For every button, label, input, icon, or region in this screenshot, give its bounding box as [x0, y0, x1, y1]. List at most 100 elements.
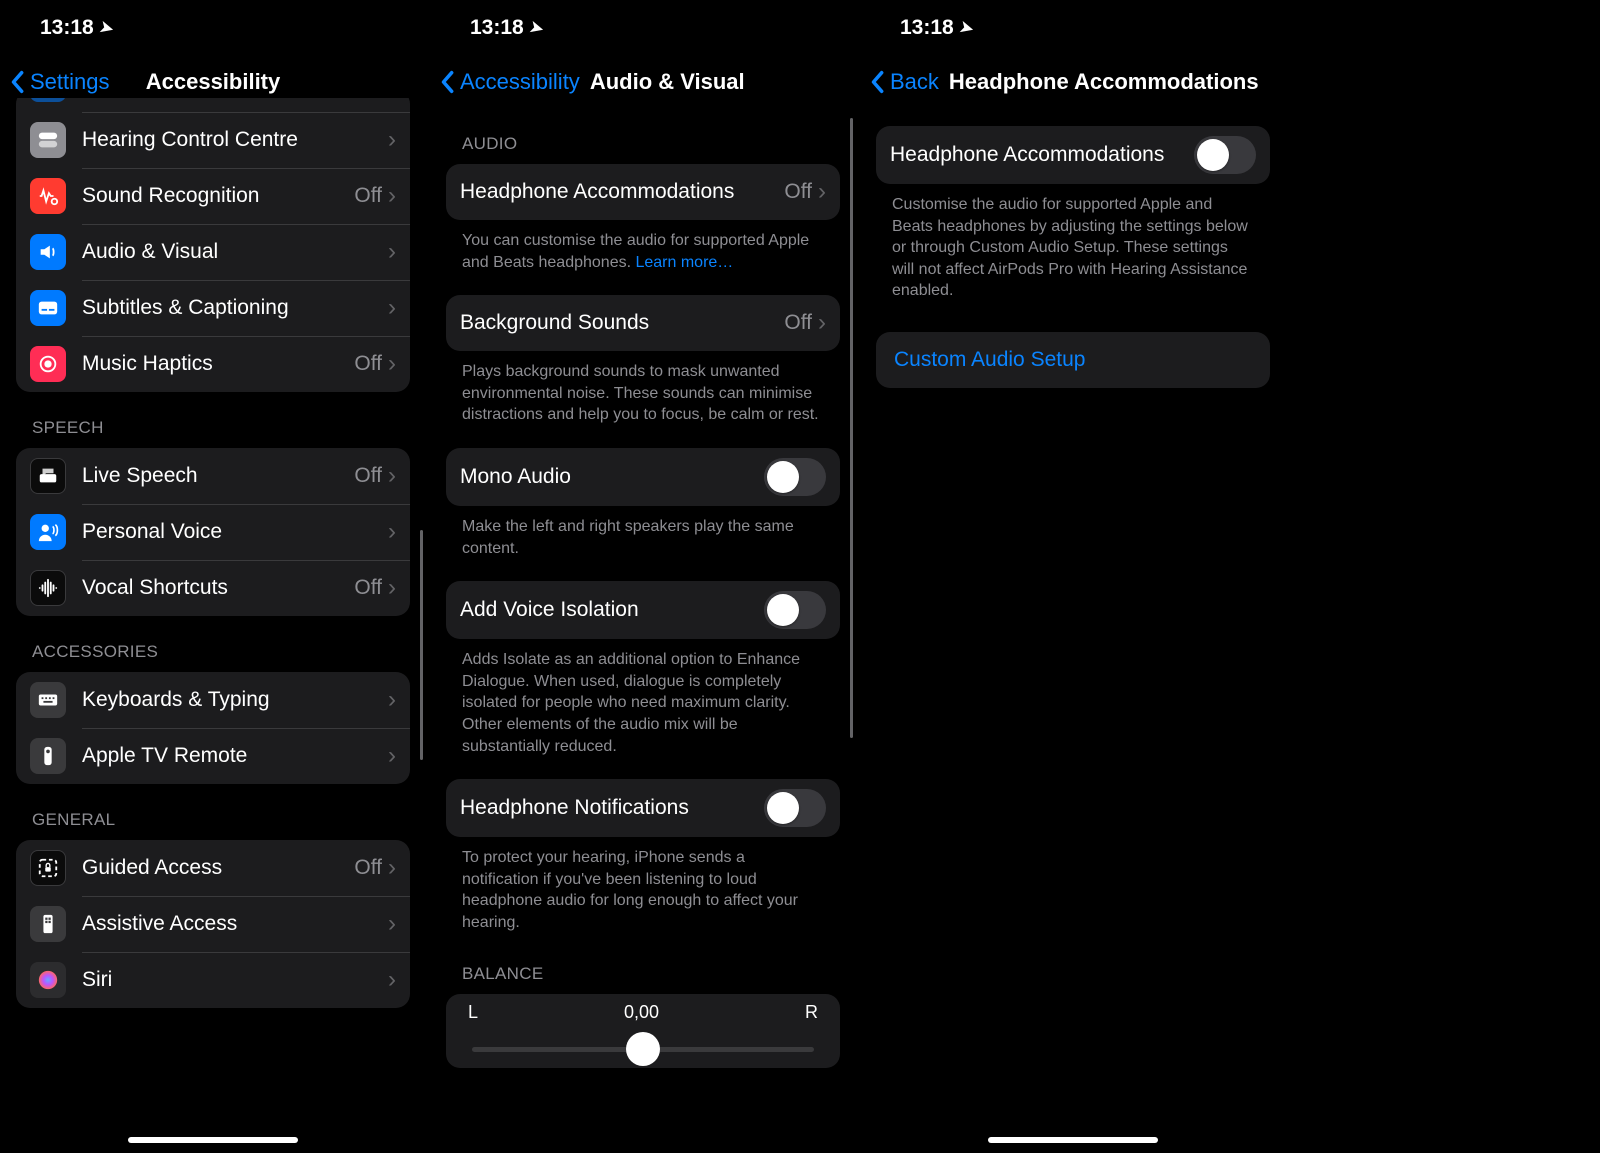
row-music-haptics[interactable]: Music HapticsOff› — [16, 336, 410, 392]
row-value: Off — [354, 184, 382, 208]
status-bar: 13:18 ➤ — [860, 0, 1286, 56]
footer-headphone-notifications: To protect your hearing, iPhone sends a … — [430, 837, 856, 937]
toggle-voice-isolation[interactable] — [764, 591, 826, 629]
row-personal-voice[interactable]: Personal Voice› — [16, 504, 410, 560]
home-indicator[interactable] — [988, 1137, 1158, 1143]
footer-mono-audio: Make the left and right speakers play th… — [430, 506, 856, 563]
home-indicator[interactable] — [128, 1137, 298, 1143]
row-label: Live Speech — [82, 464, 354, 488]
row-mono-audio[interactable]: Mono Audio — [446, 448, 840, 506]
row-vocal-shortcuts[interactable]: Vocal ShortcutsOff› — [16, 560, 410, 616]
page-title: Headphone Accommodations — [949, 69, 1259, 95]
row-background-sounds[interactable]: Background Sounds Off › — [446, 295, 840, 351]
balance-left-label: L — [468, 1002, 478, 1023]
row-voice-isolation[interactable]: Add Voice Isolation — [446, 581, 840, 639]
location-icon: ➤ — [527, 17, 545, 40]
row-label: Custom Audio Setup — [894, 348, 1085, 372]
chevron-right-icon: › — [388, 126, 396, 154]
balance-track[interactable] — [472, 1047, 814, 1052]
toggle-mono-audio[interactable] — [764, 458, 826, 496]
pane-headphone-accommodations: 13:18 ➤ Back Headphone Accommodations He… — [860, 0, 1286, 1153]
phone-grid-icon — [30, 906, 66, 942]
chevron-right-icon: › — [388, 238, 396, 266]
haptic-icon — [30, 346, 66, 382]
chevron-right-icon: › — [388, 462, 396, 490]
toggle-headphone-notifications[interactable] — [764, 789, 826, 827]
keyboard-icon — [30, 682, 66, 718]
switch-icon — [30, 122, 66, 158]
row-label: Hearing Control Centre — [82, 128, 388, 152]
wave-icon — [30, 570, 66, 606]
row-live-speech[interactable]: Live SpeechOff› — [16, 448, 410, 504]
back-label: Back — [890, 69, 939, 95]
keyboard-bubble-icon — [30, 458, 66, 494]
status-right — [1246, 16, 1262, 40]
learn-more-link[interactable]: Learn more… — [635, 254, 733, 271]
chevron-right-icon: › — [388, 966, 396, 994]
row-label: Headphone Accommodations — [460, 180, 784, 204]
chevron-right-icon: › — [818, 178, 826, 206]
section-header-balance: BALANCE — [430, 938, 856, 994]
row-label: Audio & Visual — [82, 240, 388, 264]
chevron-right-icon: › — [388, 854, 396, 882]
row-headphone-accommodations-toggle[interactable]: Headphone Accommodations — [876, 126, 1270, 184]
back-label: Accessibility — [460, 69, 580, 95]
back-button[interactable]: Settings — [10, 69, 110, 95]
status-bar: 13:18 ➤ — [430, 0, 856, 56]
row-label: Siri — [82, 968, 388, 992]
wave-search-icon — [30, 178, 66, 214]
row-label: Mono Audio — [460, 465, 764, 489]
scrollbar[interactable] — [850, 118, 853, 738]
row-value: Off — [354, 856, 382, 880]
row-sound-recognition[interactable]: Sound RecognitionOff› — [16, 168, 410, 224]
row-siri[interactable]: Siri› — [16, 952, 410, 1008]
row-assistive-access[interactable]: Assistive Access› — [16, 896, 410, 952]
back-button[interactable]: Accessibility — [440, 69, 580, 95]
section-header: SPEECH — [0, 392, 426, 448]
chevron-right-icon: › — [388, 294, 396, 322]
footer-headphone-accommodations: You can customise the audio for supporte… — [430, 220, 856, 277]
chevron-left-icon — [870, 70, 884, 94]
row-value: Off — [784, 311, 812, 335]
chevron-right-icon: › — [388, 182, 396, 210]
toggle-headphone-accommodations[interactable] — [1194, 136, 1256, 174]
row-audio-visual[interactable]: Audio & Visual› — [16, 224, 410, 280]
row-apple-tv-remote[interactable]: Apple TV Remote› — [16, 728, 410, 784]
settings-list[interactable]: Hearing Devices›Hearing Control Centre›S… — [0, 98, 426, 1153]
status-time: 13:18 — [470, 16, 524, 40]
pane-audio-visual: 13:18 ➤ Accessibility Audio & Visual AUD… — [430, 0, 856, 1153]
row-label: Assistive Access — [82, 912, 388, 936]
balance-thumb[interactable] — [626, 1032, 660, 1066]
chevron-left-icon — [440, 70, 454, 94]
back-label: Settings — [30, 69, 110, 95]
status-right — [816, 16, 832, 40]
row-guided-access[interactable]: Guided AccessOff› — [16, 840, 410, 896]
row-hearing-control-centre[interactable]: Hearing Control Centre› — [16, 112, 410, 168]
row-value: Off — [354, 576, 382, 600]
status-time: 13:18 — [900, 16, 954, 40]
row-label: Headphone Accommodations — [890, 143, 1194, 167]
row-headphone-accommodations[interactable]: Headphone Accommodations Off › — [446, 164, 840, 220]
row-label: Keyboards & Typing — [82, 688, 388, 712]
ear-icon — [30, 98, 66, 102]
row-subtitles-captioning[interactable]: Subtitles & Captioning› — [16, 280, 410, 336]
chevron-right-icon: › — [388, 686, 396, 714]
row-label: Apple TV Remote — [82, 744, 388, 768]
section-header-audio: AUDIO — [430, 108, 856, 164]
balance-slider[interactable]: L 0,00 R — [446, 994, 840, 1068]
back-button[interactable]: Back — [870, 69, 939, 95]
location-icon: ➤ — [957, 17, 975, 40]
chevron-right-icon: › — [388, 518, 396, 546]
row-headphone-notifications[interactable]: Headphone Notifications — [446, 779, 840, 837]
row-custom-audio-setup[interactable]: Custom Audio Setup — [876, 332, 1270, 388]
footer-headphone-accommodations: Customise the audio for supported Apple … — [860, 184, 1286, 306]
settings-list[interactable]: Headphone Accommodations Customise the a… — [860, 108, 1286, 1153]
row-label: Guided Access — [82, 856, 354, 880]
row-keyboards-typing[interactable]: Keyboards & Typing› — [16, 672, 410, 728]
settings-list[interactable]: AUDIO Headphone Accommodations Off › You… — [430, 108, 856, 1153]
section-header: GENERAL — [0, 784, 426, 840]
row-hearing-devices[interactable]: Hearing Devices› — [16, 98, 410, 112]
scrollbar[interactable] — [420, 530, 423, 760]
siri-icon — [30, 962, 66, 998]
chevron-right-icon: › — [388, 742, 396, 770]
